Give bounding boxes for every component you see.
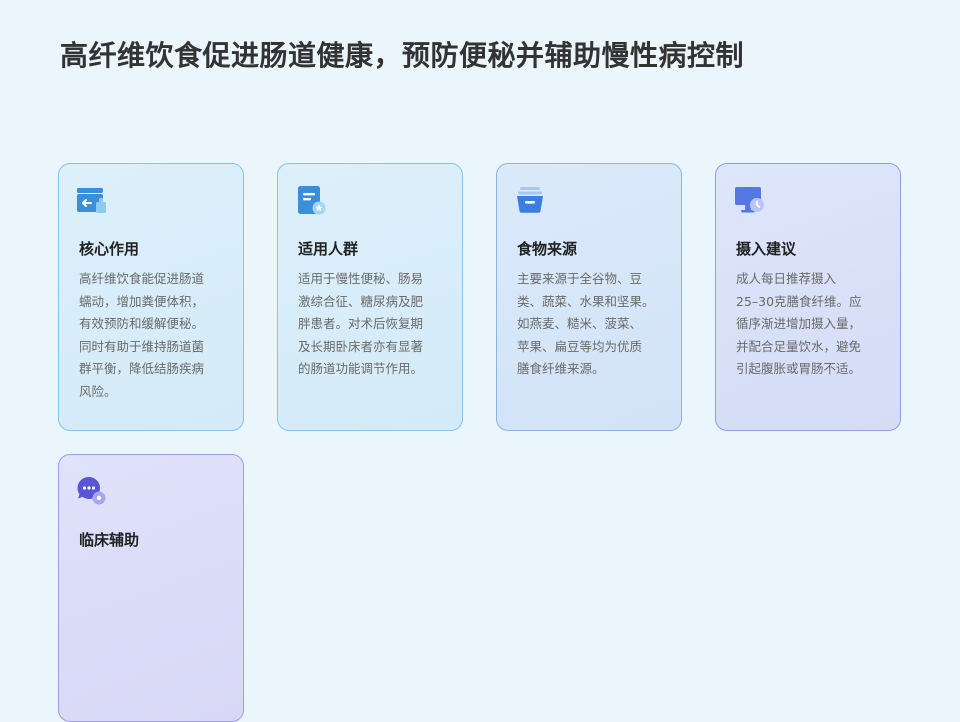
card-food-sources: 食物来源 主要来源于全谷物、豆 类、蔬菜、水果和坚果。 如燕麦、糙米、菠菜、 苹… <box>496 163 682 431</box>
card-description: 适用于慢性便秘、肠易 激综合征、糖尿病及肥 胖患者。对术后恢复期 及长期卧床者亦… <box>298 271 424 376</box>
card-title: 适用人群 <box>298 240 359 258</box>
card-title: 食物来源 <box>517 240 578 258</box>
card-title: 摄入建议 <box>736 240 797 258</box>
card-description: 成人每日推荐摄入 25–30克膳食纤维。应 循序渐进增加摄入量， 并配合足量饮水… <box>736 271 862 376</box>
card-intake-advice: 摄入建议 成人每日推荐摄入 25–30克膳食纤维。应 循序渐进增加摄入量， 并配… <box>715 163 901 431</box>
document-star-icon <box>295 184 327 216</box>
card-title: 核心作用 <box>79 240 140 258</box>
card-target-groups: 适用人群 适用于慢性便秘、肠易 激综合征、糖尿病及肥 胖患者。对术后恢复期 及长… <box>277 163 463 431</box>
food-basket-icon <box>514 184 546 216</box>
card-description: 高纤维饮食能促进肠道 蠕动，增加粪便体积， 有效预防和缓解便秘。 同时有助于维持… <box>79 271 205 399</box>
chat-gear-icon <box>76 475 108 507</box>
card-core-function: 核心作用 高纤维饮食能促进肠道 蠕动，增加粪便体积， 有效预防和缓解便秘。 同时… <box>58 163 244 431</box>
inbox-tray-icon <box>76 184 108 216</box>
card-description: 主要来源于全谷物、豆 类、蔬菜、水果和坚果。 如燕麦、糙米、菠菜、 苹果、扁豆等… <box>517 271 655 376</box>
page-title: 高纤维饮食促进肠道健康，预防便秘并辅助慢性病控制 <box>60 39 745 72</box>
card-clinical-support: 临床辅助 <box>58 454 244 722</box>
monitor-clock-icon <box>733 184 765 216</box>
